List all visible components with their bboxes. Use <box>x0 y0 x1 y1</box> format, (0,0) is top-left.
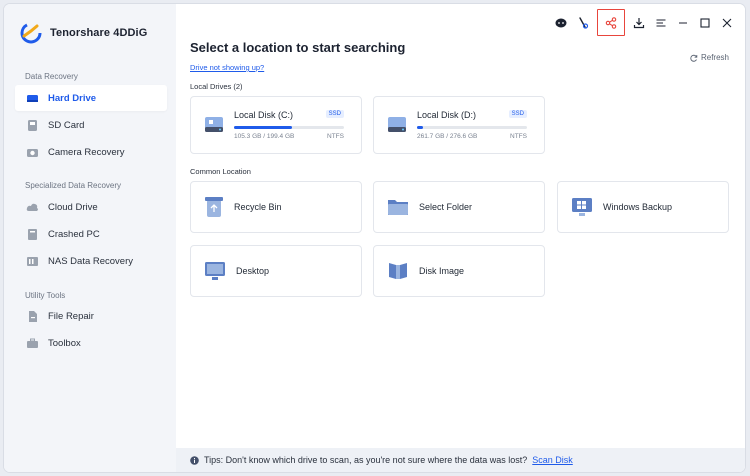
toolbox-icon <box>27 338 38 348</box>
usage-bar-fill <box>234 126 293 129</box>
app-name: Tenorshare 4DDiG <box>50 27 148 39</box>
drive-info: Local Disk (D:) SSD 261.7 GB / 276.6 GB … <box>417 110 527 140</box>
disk-image-icon <box>389 263 407 279</box>
location-label: Recycle Bin <box>234 202 282 212</box>
common-location-label: Common Location <box>190 167 251 176</box>
location-label: Disk Image <box>419 266 465 276</box>
usage-bar <box>234 126 344 129</box>
chat-bot-icon <box>555 18 567 27</box>
hard-drive-icon <box>388 117 406 132</box>
hard-drive-icon <box>205 117 223 132</box>
sidebar-item-label: Cloud Drive <box>48 201 98 213</box>
nas-icon <box>27 256 38 266</box>
sidebar-item-sd-card[interactable]: SD Card <box>15 112 167 138</box>
drive-card-d[interactable]: Local Disk (D:) SSD 261.7 GB / 276.6 GB … <box>373 96 545 154</box>
sidebar-item-label: Camera Recovery <box>48 146 125 158</box>
cloud-icon <box>26 203 38 211</box>
menu-icon <box>656 18 666 27</box>
desktop-icon <box>205 262 225 280</box>
drive-usage: 261.7 GB / 276.6 GB <box>417 133 478 140</box>
drive-filesystem: NTFS <box>327 133 344 140</box>
sidebar-item-label: NAS Data Recovery <box>48 255 134 267</box>
close-button[interactable] <box>717 13 737 33</box>
section-title-data-recovery: Data Recovery <box>25 72 78 81</box>
app-logo-icon <box>20 22 42 44</box>
main-panel: Select a location to start searching Dri… <box>176 4 745 472</box>
recycle-bin-icon <box>205 197 223 217</box>
drive-usage: 105.3 GB / 199.4 GB <box>234 133 295 140</box>
location-desktop[interactable]: Desktop <box>190 245 362 297</box>
sidebar-item-hard-drive[interactable]: Hard Drive <box>15 85 167 111</box>
share-icon <box>605 16 617 29</box>
location-select-folder[interactable]: Select Folder <box>373 181 545 233</box>
tips-bar: Tips: Don't know which drive to scan, as… <box>176 448 745 472</box>
windows-backup-icon <box>572 198 592 216</box>
sidebar-item-crashed-pc[interactable]: Crashed PC <box>15 221 167 247</box>
maximize-icon <box>700 17 710 28</box>
folder-icon <box>388 200 408 215</box>
sidebar-item-camera-recovery[interactable]: Camera Recovery <box>15 139 167 165</box>
tips-text: Tips: Don't know which drive to scan, as… <box>204 455 528 465</box>
sidebar: Tenorshare 4DDiG Data Recovery Hard Driv… <box>4 4 176 472</box>
download-button[interactable] <box>629 13 649 33</box>
minimize-icon <box>679 21 687 24</box>
location-label: Windows Backup <box>603 202 673 212</box>
page-title: Select a location to start searching <box>190 40 406 55</box>
location-recycle-bin[interactable]: Recycle Bin <box>190 181 362 233</box>
usage-bar-fill <box>417 126 423 129</box>
ssd-badge: SSD <box>325 110 344 118</box>
location-disk-image[interactable]: Disk Image <box>373 245 545 297</box>
file-repair-icon <box>29 310 37 322</box>
brand: Tenorshare 4DDiG <box>20 22 147 44</box>
section-title-utility: Utility Tools <box>25 291 66 300</box>
sidebar-item-label: Crashed PC <box>48 228 100 240</box>
info-icon <box>190 455 199 465</box>
sidebar-item-cloud-drive[interactable]: Cloud Drive <box>15 194 167 220</box>
share-button[interactable] <box>597 9 625 36</box>
scan-disk-link[interactable]: Scan Disk <box>532 455 573 465</box>
drive-info: Local Disk (C:) SSD 105.3 GB / 199.4 GB … <box>234 110 344 140</box>
section-title-specialized: Specialized Data Recovery <box>25 181 122 190</box>
refresh-icon <box>690 54 698 62</box>
crashed-pc-icon <box>28 228 37 240</box>
sidebar-item-label: Toolbox <box>48 337 81 349</box>
location-windows-backup[interactable]: Windows Backup <box>557 181 729 233</box>
local-drives-label: Local Drives (2) <box>190 82 243 91</box>
hard-drive-icon <box>27 94 38 102</box>
location-label: Select Folder <box>419 202 473 212</box>
drive-meta: 261.7 GB / 276.6 GB NTFS <box>417 133 527 140</box>
ssd-badge: SSD <box>508 110 527 118</box>
maximize-button[interactable] <box>695 13 715 33</box>
camera-icon <box>27 148 38 157</box>
refresh-label: Refresh <box>700 53 729 62</box>
drive-card-c[interactable]: Local Disk (C:) SSD 105.3 GB / 199.4 GB … <box>190 96 362 154</box>
drive-meta: 105.3 GB / 199.4 GB NTFS <box>234 133 344 140</box>
sidebar-item-toolbox[interactable]: Toolbox <box>15 330 167 356</box>
download-icon <box>633 17 645 28</box>
sd-card-icon <box>28 119 37 131</box>
app-window: Tenorshare 4DDiG Data Recovery Hard Driv… <box>4 4 745 472</box>
sidebar-item-label: File Repair <box>48 310 94 322</box>
close-icon <box>722 18 732 27</box>
chat-button[interactable] <box>551 13 571 33</box>
sidebar-item-label: SD Card <box>48 119 85 131</box>
drive-not-showing-link[interactable]: Drive not showing up? <box>190 63 264 72</box>
usage-bar <box>417 126 527 129</box>
title-bar-controls <box>549 9 737 36</box>
sidebar-item-label: Hard Drive <box>48 92 97 104</box>
drive-filesystem: NTFS <box>510 133 527 140</box>
location-label: Desktop <box>236 266 270 276</box>
refresh-button[interactable]: Refresh <box>690 53 729 62</box>
sidebar-item-nas[interactable]: NAS Data Recovery <box>15 248 167 274</box>
tools-icon <box>579 16 589 29</box>
sidebar-item-file-repair[interactable]: File Repair <box>15 303 167 329</box>
tools-button[interactable] <box>573 13 593 33</box>
menu-button[interactable] <box>651 13 671 33</box>
minimize-button[interactable] <box>673 13 693 33</box>
